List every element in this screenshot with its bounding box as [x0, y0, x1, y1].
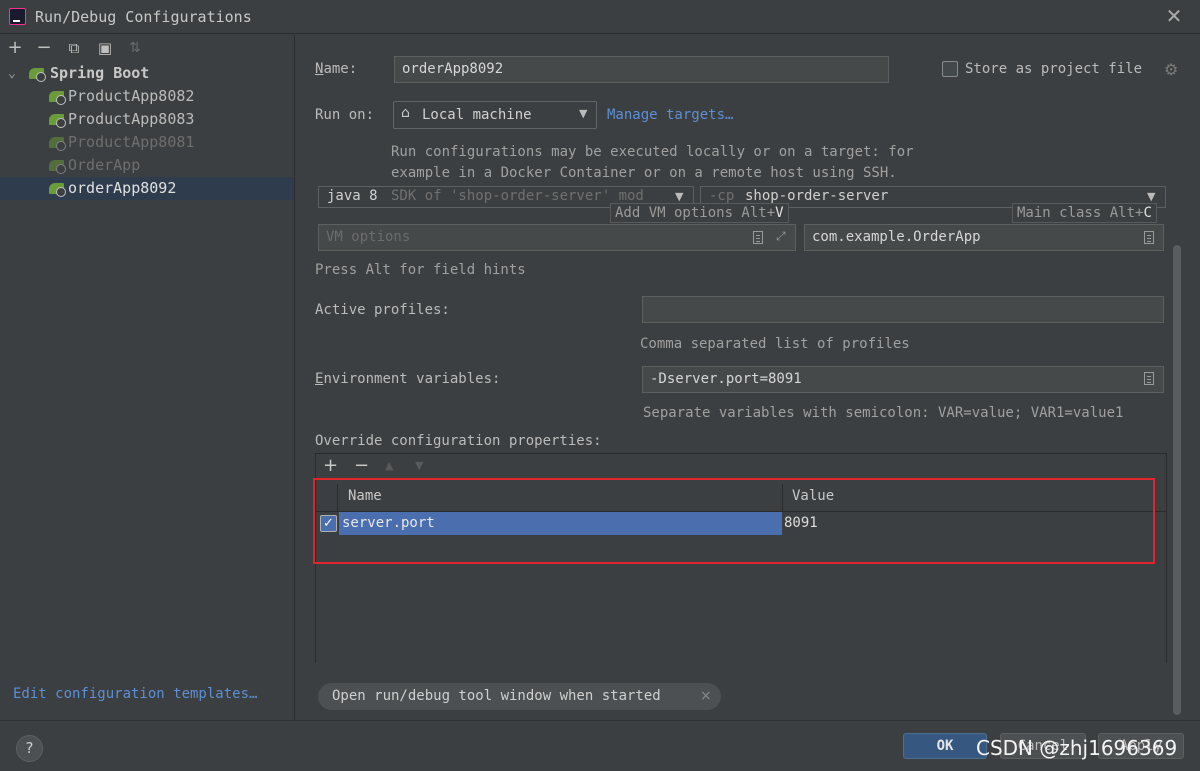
spring-boot-icon: [49, 91, 66, 105]
highlight-annotation-box: [313, 478, 1155, 564]
edit-templates-link[interactable]: Edit configuration templates…: [13, 686, 257, 702]
vm-tooltip-text: Add VM options Alt+: [615, 205, 776, 221]
tree-item-label: ProductApp8083: [68, 110, 195, 128]
cp-prefix: -cp: [709, 188, 735, 204]
spring-boot-icon: [49, 137, 66, 151]
tree-group-spring-boot[interactable]: ⌄ Spring Boot: [0, 62, 294, 85]
active-profiles-input[interactable]: [642, 296, 1164, 323]
spring-boot-icon: [49, 183, 66, 197]
jdk-value: java 8: [327, 188, 378, 204]
tree-item-orderapp[interactable]: OrderApp: [0, 154, 294, 177]
document-icon[interactable]: [1144, 231, 1154, 244]
intellij-app-icon: [9, 8, 26, 25]
main-tooltip-key: C: [1143, 205, 1152, 221]
vm-options-tooltip: Add VM options Alt+V: [610, 203, 789, 223]
tree-item-productapp8081[interactable]: ProductApp8081: [0, 131, 294, 154]
sort-icon[interactable]: ⇅: [125, 38, 145, 58]
env-vars-label: Environment variables:: [315, 371, 501, 387]
spring-boot-icon: [49, 114, 66, 128]
window-title: Run/Debug Configurations: [35, 8, 252, 26]
add-property-icon[interactable]: +: [323, 455, 338, 476]
add-config-icon[interactable]: +: [5, 38, 25, 58]
chevron-down-icon[interactable]: ⌄: [8, 62, 16, 85]
spring-boot-icon: [49, 160, 66, 174]
chevron-down-icon: ▼: [1147, 190, 1156, 203]
open-tool-window-chip[interactable]: Open run/debug tool window when started …: [318, 683, 721, 710]
tree-group-label: Spring Boot: [50, 64, 150, 82]
document-icon[interactable]: [1144, 372, 1154, 385]
tree-item-label: ProductApp8081: [68, 133, 195, 151]
name-label-rest: ame:: [323, 61, 358, 77]
gear-icon[interactable]: ⚙: [1164, 60, 1178, 79]
jdk-hint: SDK of 'shop-order-server' mod: [391, 188, 644, 204]
store-as-project-checkbox[interactable]: [942, 61, 958, 77]
document-icon[interactable]: [753, 231, 763, 244]
vm-options-input[interactable]: VM options: [318, 224, 796, 251]
move-up-icon[interactable]: ▲: [385, 459, 393, 472]
spring-boot-icon: [29, 68, 46, 82]
name-input[interactable]: orderApp8092: [394, 56, 889, 83]
chip-label: Open run/debug tool window when started: [332, 688, 661, 704]
tree-item-productapp8083[interactable]: ProductApp8083: [0, 108, 294, 131]
manage-targets-link[interactable]: Manage targets…: [607, 107, 733, 123]
field-hints-text: Press Alt for field hints: [315, 262, 526, 278]
main-class-input[interactable]: com.example.OrderApp: [804, 224, 1164, 251]
env-vars-hint: Separate variables with semicolon: VAR=v…: [643, 405, 1124, 421]
tree-item-productapp8082[interactable]: ProductApp8082: [0, 85, 294, 108]
home-icon: ⌂: [401, 105, 410, 121]
chevron-down-icon: ▼: [579, 107, 588, 120]
run-on-hint-line-2: example in a Docker Container or on a re…: [391, 165, 897, 181]
copy-config-icon[interactable]: ⧉: [64, 38, 84, 58]
env-vars-input[interactable]: -Dserver.port=8091: [642, 366, 1164, 393]
run-on-hint-line-1: Run configurations may be executed local…: [391, 144, 914, 160]
name-label: Name:: [315, 61, 358, 77]
run-on-label: Run on:: [315, 107, 375, 123]
chevron-down-icon: ▼: [675, 190, 684, 203]
store-as-project-label: Store as project file: [965, 61, 1143, 77]
watermark-text: CSDN @zhj1696369: [976, 736, 1178, 760]
active-profiles-label: Active profiles:: [315, 302, 450, 318]
main-class-tooltip: Main class Alt+C: [1012, 203, 1157, 223]
classpath-value: shop-order-server: [745, 188, 889, 204]
override-properties-label: Override configuration properties:: [315, 433, 602, 449]
help-button[interactable]: ?: [16, 735, 43, 762]
remove-property-icon[interactable]: −: [354, 455, 369, 476]
run-on-dropdown[interactable]: ⌂ Local machine ▼: [393, 101, 597, 129]
vm-tooltip-key: V: [775, 205, 784, 221]
remove-config-icon[interactable]: −: [34, 38, 54, 58]
expand-icon[interactable]: ⤢: [776, 229, 786, 244]
main-tooltip-text: Main class Alt+: [1017, 205, 1144, 221]
move-down-icon[interactable]: ▼: [415, 459, 423, 472]
close-icon[interactable]: ×: [700, 683, 712, 710]
new-folder-icon[interactable]: ▣: [95, 38, 115, 58]
profiles-hint: Comma separated list of profiles: [640, 336, 910, 352]
env-label-rest: nvironment variables:: [323, 371, 501, 387]
ok-button[interactable]: OK: [903, 733, 987, 759]
tree-item-label: ProductApp8082: [68, 87, 195, 105]
close-icon[interactable]: ✕: [1163, 4, 1185, 28]
config-tree-panel: + − ⧉ ▣ ⇅ ⌄ Spring Boot ProductApp8082 P…: [0, 35, 295, 720]
run-on-value: Local machine: [422, 107, 532, 123]
tree-item-label: orderApp8092: [68, 179, 177, 197]
tree-item-label: OrderApp: [68, 156, 141, 174]
tree-item-orderapp8092[interactable]: orderApp8092: [0, 177, 294, 200]
vertical-scrollbar[interactable]: [1173, 245, 1181, 715]
